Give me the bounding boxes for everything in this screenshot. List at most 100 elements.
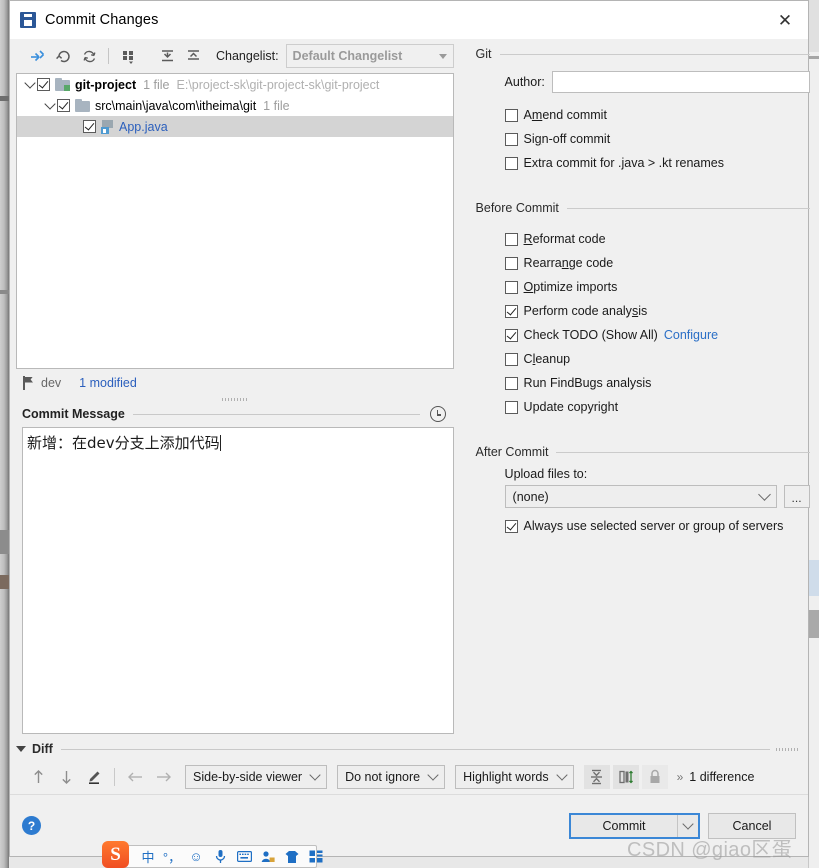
- checkbox-box[interactable]: [504, 352, 518, 366]
- sogou-logo-icon[interactable]: S: [102, 841, 129, 868]
- tree-row-checkbox[interactable]: [57, 99, 70, 112]
- configure-todo-link[interactable]: Configure: [664, 328, 718, 342]
- chinese-mode-icon[interactable]: 中: [137, 847, 159, 867]
- commit-message-value: 新增：在dev分支上添加代码: [27, 434, 220, 452]
- author-field[interactable]: [551, 71, 810, 93]
- checkbox-box[interactable]: [504, 132, 518, 146]
- changelist-label: Changelist:: [216, 49, 279, 63]
- group-by-icon[interactable]: [115, 44, 141, 68]
- checkbox-box[interactable]: [504, 232, 518, 246]
- expand-toolbar-icon[interactable]: »: [677, 770, 684, 784]
- show-diff-icon[interactable]: [24, 44, 50, 68]
- optimize-imports-checkbox[interactable]: Optimize imports: [504, 275, 810, 299]
- update-copyright-checkbox[interactable]: Update copyright: [504, 395, 810, 419]
- viewer-mode-value: Side-by-side viewer: [193, 770, 303, 784]
- collapse-all-icon[interactable]: [180, 44, 206, 68]
- author-label: Author:: [504, 75, 545, 89]
- sogou-ime-toolbar[interactable]: 中 °， ☺: [106, 845, 323, 868]
- revert-icon[interactable]: [50, 44, 76, 68]
- checkbox-box[interactable]: [504, 256, 518, 270]
- amend-commit-checkbox[interactable]: Amend commit: [504, 103, 810, 127]
- dialog-titlebar: Commit Changes ✕: [10, 1, 808, 39]
- ignore-mode-select[interactable]: Do not ignore: [337, 765, 446, 789]
- check-todo-checkbox[interactable]: Check TODO (Show All) Configure: [504, 323, 810, 347]
- arrow-right-icon[interactable]: [149, 765, 177, 789]
- modified-count[interactable]: 1 modified: [79, 376, 137, 390]
- emoji-icon[interactable]: ☺: [185, 847, 207, 867]
- tree-row-checkbox[interactable]: [37, 78, 50, 91]
- cancel-button[interactable]: Cancel: [708, 812, 796, 839]
- browse-servers-button[interactable]: ...: [783, 485, 810, 508]
- rearrange-code-checkbox[interactable]: Rearrange code: [504, 251, 810, 275]
- triangle-down-icon[interactable]: [16, 746, 26, 752]
- upload-files-label: Upload files to:: [504, 467, 588, 481]
- soft-keyboard-icon[interactable]: [233, 847, 255, 867]
- user-icon[interactable]: [257, 847, 279, 867]
- checkbox-box[interactable]: [504, 400, 518, 414]
- commit-button-group[interactable]: Commit: [569, 812, 700, 839]
- reformat-code-checkbox[interactable]: Reformat code: [504, 227, 810, 251]
- punctuation-mode-icon[interactable]: °，: [161, 847, 183, 867]
- tree-row-name: App.java: [119, 119, 168, 134]
- clock-icon[interactable]: [429, 406, 446, 422]
- highlight-mode-select[interactable]: Highlight words: [455, 765, 574, 789]
- close-icon[interactable]: ✕: [762, 1, 808, 39]
- voice-input-icon[interactable]: [209, 847, 231, 867]
- checkbox-box[interactable]: [504, 108, 518, 122]
- commit-message-header: Commit Message: [16, 403, 454, 425]
- chevron-down-icon: [427, 769, 439, 781]
- folder-vcs-icon: [55, 78, 70, 91]
- check-todo-label: Check TODO (Show All): [523, 328, 658, 342]
- sign-off-commit-checkbox[interactable]: Sign-off commit: [504, 127, 810, 151]
- lock-icon[interactable]: [641, 765, 668, 789]
- tree-row-file[interactable]: App.java: [17, 116, 453, 137]
- cleanup-checkbox[interactable]: Cleanup: [504, 347, 810, 371]
- checkbox-box[interactable]: [504, 280, 518, 294]
- arrow-left-icon[interactable]: [121, 765, 149, 789]
- diff-section-header[interactable]: Diff: [10, 738, 808, 760]
- viewer-mode-select[interactable]: Side-by-side viewer: [185, 765, 328, 789]
- previous-difference-icon[interactable]: [24, 765, 52, 789]
- commit-options-dropdown[interactable]: [677, 814, 698, 837]
- chevron-down-icon[interactable]: [23, 77, 37, 92]
- checkbox-box[interactable]: [504, 304, 518, 318]
- run-findbugs-checkbox[interactable]: Run FindBugs analysis: [504, 371, 810, 395]
- toolbox-icon[interactable]: [305, 847, 327, 867]
- expand-all-icon[interactable]: [154, 44, 180, 68]
- diff-section-title: Diff: [32, 742, 53, 756]
- skin-icon[interactable]: [281, 847, 303, 867]
- tree-row-meta: 1 file: [263, 98, 290, 113]
- tree-row-checkbox[interactable]: [83, 120, 96, 133]
- changed-files-tree[interactable]: git-project 1 file E:\project-sk\git-pro…: [16, 73, 454, 369]
- cleanup-label: Cleanup: [523, 352, 571, 366]
- collapse-unchanged-icon[interactable]: [583, 765, 610, 789]
- extra-commit-renames-checkbox[interactable]: Extra commit for .java > .kt renames: [504, 151, 810, 175]
- header-rule: [132, 413, 420, 415]
- commit-message-label: Commit Message: [22, 407, 125, 421]
- chevron-down-icon[interactable]: [43, 98, 57, 113]
- splitter-handle[interactable]: [776, 747, 798, 751]
- changelist-select[interactable]: Default Changelist: [285, 44, 454, 68]
- upload-server-select[interactable]: (none): [504, 485, 777, 508]
- commit-button[interactable]: Commit: [571, 814, 677, 837]
- dialog-title: Commit Changes: [45, 12, 159, 28]
- splitter-handle[interactable]: [16, 396, 454, 403]
- tree-row-package[interactable]: src\main\java\com\itheima\git 1 file: [17, 95, 453, 116]
- always-use-server-checkbox[interactable]: Always use selected server or group of s…: [504, 514, 810, 538]
- synchronize-scrolling-icon[interactable]: [612, 765, 639, 789]
- perform-code-analysis-checkbox[interactable]: Perform code analysis: [504, 299, 810, 323]
- commit-message-input[interactable]: 新增：在dev分支上添加代码: [22, 427, 454, 734]
- folder-icon: [75, 99, 90, 112]
- help-icon[interactable]: ?: [22, 816, 41, 835]
- checkbox-box[interactable]: [504, 156, 518, 170]
- checkbox-box[interactable]: [504, 519, 518, 533]
- checkbox-box[interactable]: [504, 376, 518, 390]
- next-difference-icon[interactable]: [52, 765, 80, 789]
- chevron-down-icon: [682, 817, 694, 830]
- refresh-icon[interactable]: [76, 44, 102, 68]
- edit-source-icon[interactable]: [80, 765, 108, 789]
- chevron-down-icon: [438, 53, 447, 59]
- checkbox-box[interactable]: [504, 328, 518, 342]
- tree-row-root[interactable]: git-project 1 file E:\project-sk\git-pro…: [17, 74, 453, 95]
- diff-toolbar: Side-by-side viewer Do not ignore Highli…: [10, 760, 808, 794]
